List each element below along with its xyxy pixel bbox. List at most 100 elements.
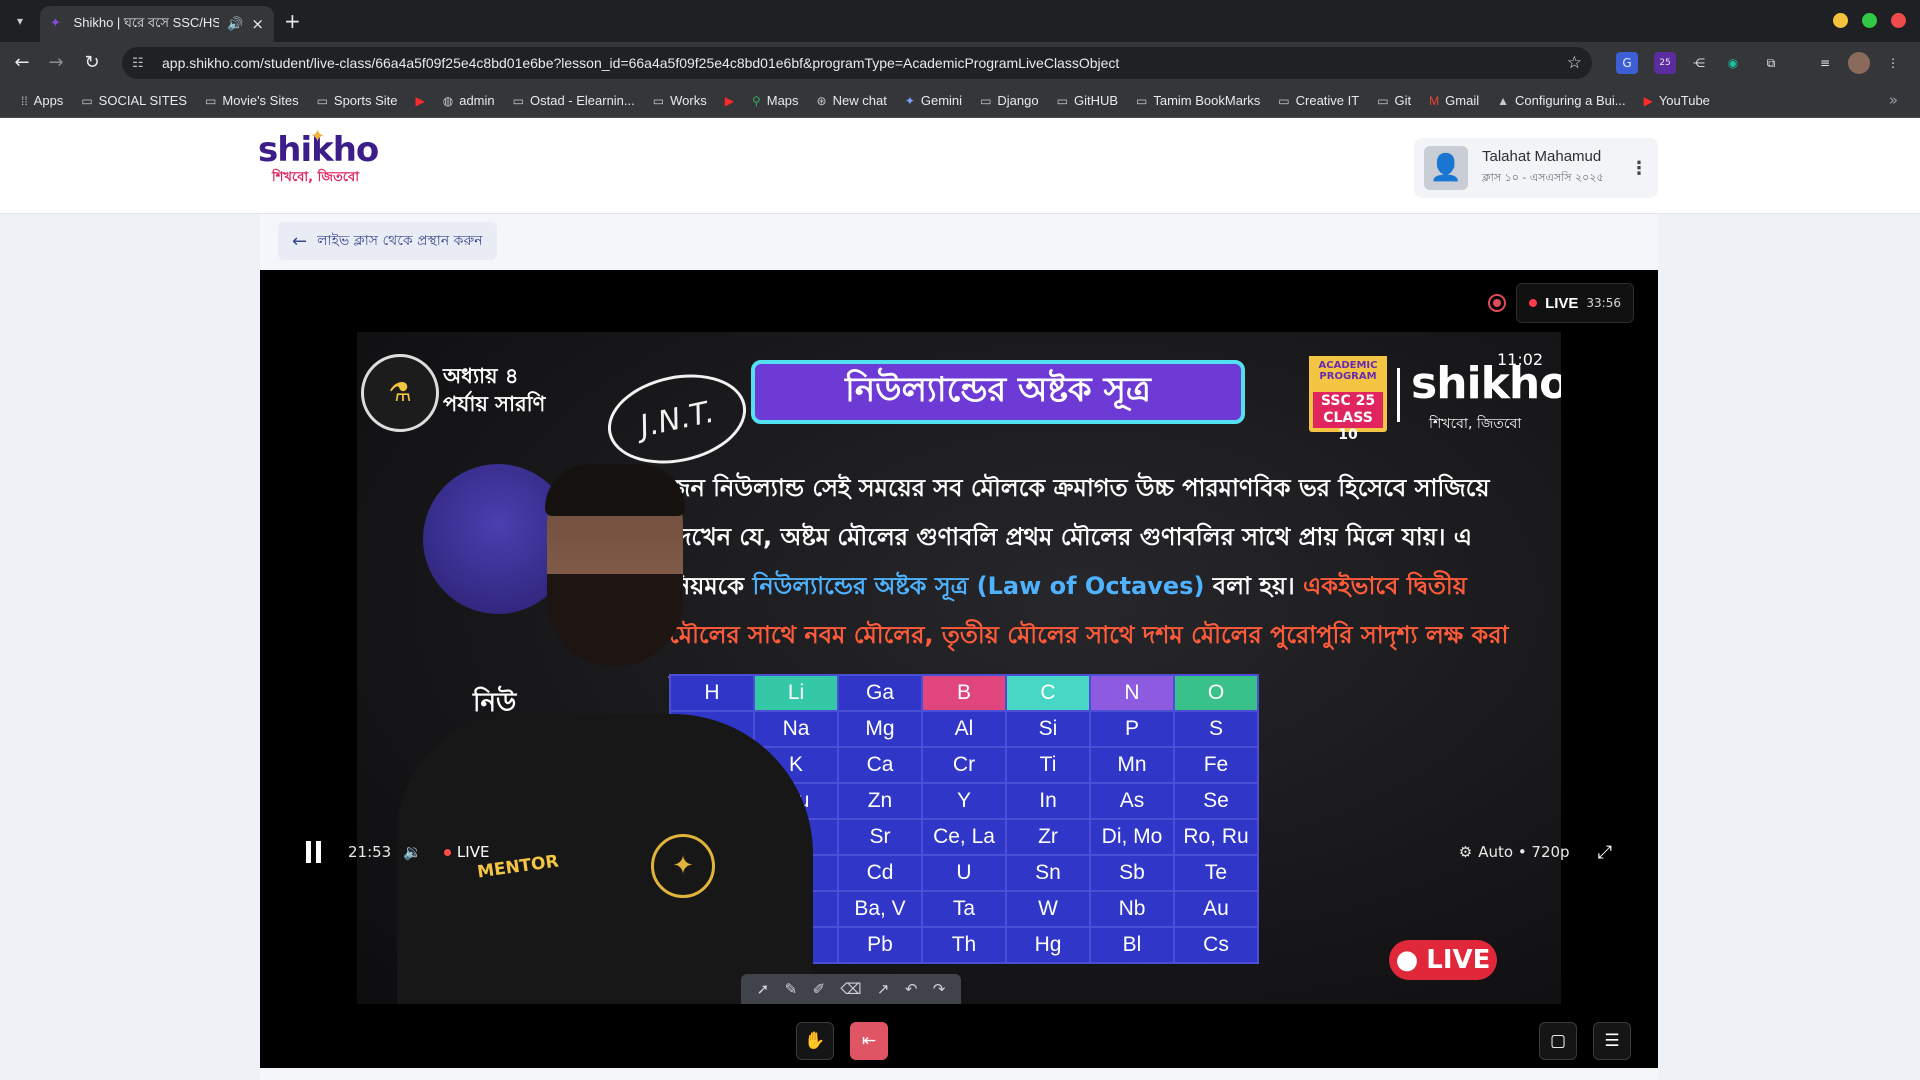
shikho-logo[interactable]: ✦ shikho শিখবো, জিতবো bbox=[258, 126, 379, 200]
paragraph-law-name: নিউল্যান্ডের অষ্টক সূত্র (Law of Octaves… bbox=[752, 572, 1205, 600]
speaker-icon[interactable]: 🔊 bbox=[227, 17, 243, 32]
badge-program-label: ACADEMIC PROGRAM bbox=[1309, 356, 1387, 382]
browser-tabstrip: ▾ ✦ Shikho | ঘরে বসে SSC/HSC 🔊 × + bbox=[0, 0, 1920, 42]
url-text[interactable]: app.shikho.com/student/live-class/66a4a5… bbox=[162, 55, 1119, 71]
divider bbox=[1397, 368, 1400, 422]
forward-arrow-icon[interactable]: → bbox=[44, 51, 68, 75]
pause-button[interactable] bbox=[306, 841, 326, 863]
bookmark-star-icon[interactable]: ☆ bbox=[1567, 53, 1582, 73]
folder-icon: ▭ bbox=[1377, 93, 1389, 108]
bookmark-maps[interactable]: ⚲ Maps bbox=[743, 87, 808, 115]
bookmark-ostad[interactable]: ▭ Ostad - Elearnin... bbox=[504, 87, 644, 115]
leave-class-button[interactable]: ⇤ bbox=[850, 1022, 888, 1060]
chatgpt-icon: ⊛ bbox=[816, 93, 827, 108]
table-cell: Y bbox=[921, 782, 1007, 820]
bookmark-configuring[interactable]: ▲ Configuring a Bui... bbox=[1488, 87, 1634, 115]
folder-icon: ▭ bbox=[652, 93, 665, 108]
close-icon[interactable]: × bbox=[251, 15, 264, 33]
paragraph-part-2: বলা হয়। bbox=[1204, 572, 1295, 600]
badge-class-label: SSC 25 CLASS 10 bbox=[1313, 392, 1383, 443]
bookmark-youtube-1[interactable]: ▶ bbox=[407, 87, 434, 115]
table-cell: Hg bbox=[1005, 926, 1091, 964]
marker-icon: ✐ bbox=[812, 980, 826, 998]
avatar: 👤 bbox=[1424, 146, 1468, 190]
browser-menu-icon[interactable]: ⋮ bbox=[1882, 52, 1904, 74]
share-extension-icon[interactable]: ⋲ bbox=[1688, 52, 1710, 74]
maximize-button[interactable] bbox=[1862, 13, 1877, 28]
video-frame[interactable]: ⚗ অধ্যায় ৪ পর্যায় সারণি J.N.T. নিউল্যা… bbox=[357, 332, 1561, 1004]
media-control-icon[interactable]: ≡ bbox=[1814, 52, 1836, 74]
fullscreen-icon[interactable]: ⤢ bbox=[1598, 842, 1612, 863]
arrow-tool-icon: ↗ bbox=[876, 980, 890, 998]
tab-search-chevron-icon[interactable]: ▾ bbox=[8, 10, 32, 32]
youtube-icon: ▶ bbox=[724, 93, 734, 108]
new-tab-plus-icon[interactable]: + bbox=[284, 10, 301, 32]
bookmark-movies-sites[interactable]: ▭ Movie's Sites bbox=[196, 87, 308, 115]
browser-tab-active[interactable]: ✦ Shikho | ঘরে বসে SSC/HSC 🔊 × bbox=[40, 6, 274, 42]
raise-hand-button[interactable]: ✋ bbox=[796, 1022, 834, 1060]
minimize-button[interactable] bbox=[1833, 13, 1848, 28]
bookmark-git[interactable]: ▭ Git bbox=[1368, 87, 1420, 115]
live-status-area: LIVE 33:56 bbox=[1488, 282, 1634, 324]
extensions-puzzle-icon[interactable]: ⧉ bbox=[1760, 52, 1782, 74]
address-bar[interactable]: ☷ app.shikho.com/student/live-class/66a4… bbox=[122, 47, 1592, 79]
bookmark-creative-it[interactable]: ▭ Creative IT bbox=[1269, 87, 1368, 115]
extension-badge-icon[interactable]: 25 bbox=[1654, 52, 1676, 74]
bookmark-works[interactable]: ▭ Works bbox=[644, 87, 716, 115]
redo-icon: ↷ bbox=[932, 980, 946, 998]
bookmark-django[interactable]: ▭ Django bbox=[971, 87, 1048, 115]
window-controls bbox=[1833, 13, 1906, 28]
video-live-stamp: ● LIVE bbox=[1389, 940, 1497, 980]
hand-icon: ✋ bbox=[804, 1031, 826, 1051]
bookmarks-overflow-icon[interactable]: » bbox=[1889, 91, 1898, 109]
table-header-cell: N bbox=[1089, 674, 1175, 712]
program-badge: ACADEMIC PROGRAM SSC 25 CLASS 10 bbox=[1309, 356, 1387, 443]
bookmark-youtube[interactable]: ▶ YouTube bbox=[1635, 87, 1719, 115]
watermark-tagline: শিখবো, জিতবো bbox=[1429, 416, 1522, 432]
window-close-button[interactable] bbox=[1891, 13, 1906, 28]
table-header-cell: O bbox=[1173, 674, 1259, 712]
quality-label: Auto • 720p bbox=[1478, 843, 1570, 861]
table-cell: Nb bbox=[1089, 890, 1175, 928]
class-action-bar: ✋ ⇤ ▢ ☰ bbox=[260, 1012, 1658, 1068]
site-settings-icon[interactable]: ☷ bbox=[132, 56, 154, 71]
video-player[interactable]: LIVE 33:56 ⚗ অধ্যায় ৪ পর্যায় সারণি J.N… bbox=[260, 270, 1658, 1068]
table-header-cell: Ga bbox=[837, 674, 923, 712]
profile-avatar-icon[interactable] bbox=[1848, 52, 1870, 74]
more-vertical-icon[interactable]: ⋮ bbox=[1630, 158, 1648, 179]
bookmark-github[interactable]: ▭ GitHUB bbox=[1048, 87, 1127, 115]
chat-button[interactable]: ▢ bbox=[1539, 1022, 1577, 1060]
menu-button[interactable]: ☰ bbox=[1593, 1022, 1631, 1060]
table-cell: Ta bbox=[921, 890, 1007, 928]
pen-icon: ✎ bbox=[784, 980, 798, 998]
bookmark-apps[interactable]: ⁞⁞ Apps bbox=[12, 87, 72, 115]
back-arrow-icon[interactable]: ← bbox=[10, 51, 34, 75]
quality-selector[interactable]: ⚙ Auto • 720p bbox=[1459, 843, 1570, 861]
bookmark-youtube-2[interactable]: ▶ bbox=[716, 87, 743, 115]
bookmark-social-sites[interactable]: ▭ SOCIAL SITES bbox=[72, 87, 196, 115]
live-indicator[interactable]: LIVE bbox=[443, 843, 489, 861]
leave-live-class-button[interactable]: ← লাইভ ক্লাস থেকে প্রস্থান করুন bbox=[278, 222, 497, 260]
grammarly-icon[interactable]: ◉ bbox=[1722, 52, 1744, 74]
bookmark-gmail[interactable]: M Gmail bbox=[1420, 87, 1488, 115]
table-cell: Se bbox=[1173, 782, 1259, 820]
undo-icon: ↶ bbox=[904, 980, 918, 998]
bookmark-new-chat[interactable]: ⊛ New chat bbox=[808, 87, 896, 115]
live-label: LIVE bbox=[1545, 294, 1579, 312]
bookmark-admin[interactable]: ◍ admin bbox=[434, 87, 504, 115]
bookmark-tamim[interactable]: ▭ Tamim BookMarks bbox=[1127, 87, 1269, 115]
chapter-title: পর্যায় সারণি bbox=[443, 392, 546, 416]
user-profile-card[interactable]: 👤 Talahat Mahamud ক্লাস ১০ - এসএসসি ২০২৫… bbox=[1414, 138, 1658, 198]
table-cell: Mg bbox=[837, 710, 923, 748]
translate-extension-icon[interactable]: G bbox=[1616, 52, 1638, 74]
record-icon bbox=[1488, 294, 1507, 312]
slide-title: নিউল্যান্ডের অষ্টক সূত্র bbox=[751, 360, 1245, 424]
triangle-icon: ▲ bbox=[1497, 93, 1510, 108]
volume-icon[interactable]: 🔉 bbox=[403, 843, 422, 861]
bookmark-gemini[interactable]: ✦ Gemini bbox=[896, 87, 971, 115]
reload-icon[interactable]: ↻ bbox=[80, 51, 104, 75]
table-cell: Zn bbox=[837, 782, 923, 820]
bookmark-sports-site[interactable]: ▭ Sports Site bbox=[308, 87, 407, 115]
cursor-icon: ➚ bbox=[756, 980, 770, 998]
globe-icon: ◍ bbox=[442, 93, 454, 108]
